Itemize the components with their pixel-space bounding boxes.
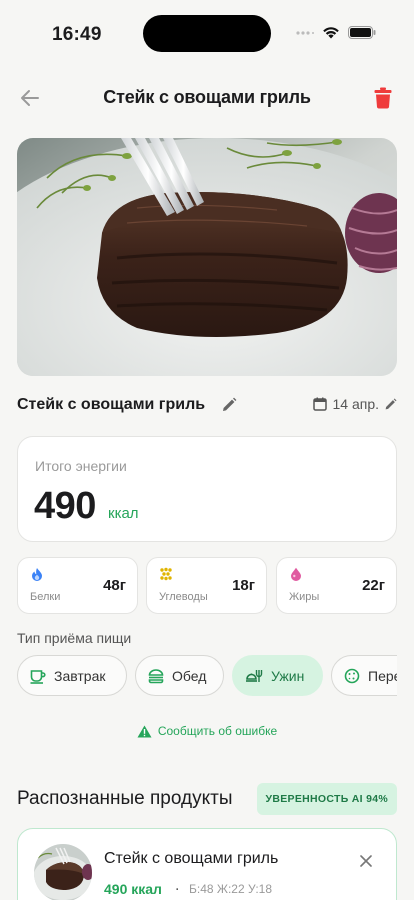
product-name: Стейк с овощами гриль <box>104 850 279 867</box>
meal-type-snack[interactable]: Пере <box>331 655 397 696</box>
separator-dot: . <box>175 877 180 894</box>
pencil-icon <box>385 397 397 409</box>
report-error-label: Сообщить об ошибке <box>157 724 278 738</box>
energy-card: Итого энергии 490 ккал <box>17 436 397 542</box>
meal-date: 14 апр. <box>332 396 379 412</box>
close-icon <box>360 855 372 867</box>
pencil-icon <box>223 397 237 411</box>
macro-card-fat: Жиры 22г <box>276 557 397 614</box>
confidence-badge: УВЕРЕННОСТЬ AI 94% <box>256 783 397 815</box>
warning-icon <box>137 725 152 737</box>
flame-icon <box>32 568 42 581</box>
recognized-title: Распознанные продукты <box>17 788 233 809</box>
nav-bar: Стейк с овощами гриль <box>0 78 414 118</box>
meal-type-selector: Завтрак Обед Ужин Пере <box>17 655 397 696</box>
meal-type-breakfast[interactable]: Завтрак <box>17 655 127 696</box>
drop-icon <box>291 567 301 581</box>
page-title: Стейк с овощами гриль <box>103 87 311 107</box>
trash-icon <box>374 87 392 109</box>
product-thumbnail <box>34 844 92 900</box>
chip-label: Пере <box>368 667 397 684</box>
macro-label: Белки <box>30 591 61 603</box>
status-time: 16:49 <box>52 24 102 45</box>
meal-name: Стейк с овощами гриль <box>17 396 206 413</box>
arrow-left-icon <box>21 90 39 106</box>
delete-button[interactable] <box>368 83 398 113</box>
edit-name-button[interactable] <box>221 397 237 413</box>
macros-row: Белки 48г Углеводы 18г Жиры 22г <box>17 557 397 614</box>
meal-name-row: Стейк с овощами гриль 14 апр. <box>17 394 397 418</box>
report-error-link[interactable]: Сообщить об ошибке <box>0 724 414 738</box>
status-icons <box>296 26 376 39</box>
dinner-icon <box>246 669 263 682</box>
macro-label: Жиры <box>289 591 320 603</box>
meal-type-title: Тип приёма пищи <box>17 630 132 646</box>
meal-type-dinner[interactable]: Ужин <box>232 655 323 696</box>
status-bar: 16:49 <box>0 0 414 62</box>
chip-label: Ужин <box>271 667 305 684</box>
macro-value: 48г <box>103 577 126 594</box>
macro-value: 22г <box>362 577 385 594</box>
product-card[interactable]: Стейк с овощами гриль 490 ккал . Б:48 Ж:… <box>17 828 397 900</box>
energy-value: 490 <box>34 485 96 527</box>
burger-icon <box>148 668 164 683</box>
meal-photo <box>17 138 397 376</box>
product-macros: Б:48 Ж:22 У:18 <box>189 882 273 896</box>
macro-card-carbs: Углеводы 18г <box>146 557 267 614</box>
energy-label: Итого энергии <box>35 458 127 474</box>
energy-unit: ккал <box>108 505 139 522</box>
battery-icon <box>348 26 376 39</box>
product-kcal: 490 ккал <box>104 881 162 897</box>
cup-icon <box>30 669 46 684</box>
back-button[interactable] <box>14 82 46 114</box>
date-button[interactable]: 14 апр. <box>313 396 397 412</box>
chip-label: Завтрак <box>54 667 106 684</box>
signal-icon <box>296 30 314 35</box>
macro-value: 18г <box>232 577 255 594</box>
macro-label: Углеводы <box>159 591 208 603</box>
macro-card-protein: Белки 48г <box>17 557 138 614</box>
dynamic-island <box>143 15 271 52</box>
chip-label: Обед <box>172 667 207 684</box>
calendar-icon <box>313 397 328 411</box>
remove-product-button[interactable] <box>356 851 376 871</box>
grain-icon <box>160 567 172 581</box>
meal-type-lunch[interactable]: Обед <box>135 655 224 696</box>
cookie-icon <box>344 668 360 683</box>
wifi-icon <box>323 27 339 39</box>
